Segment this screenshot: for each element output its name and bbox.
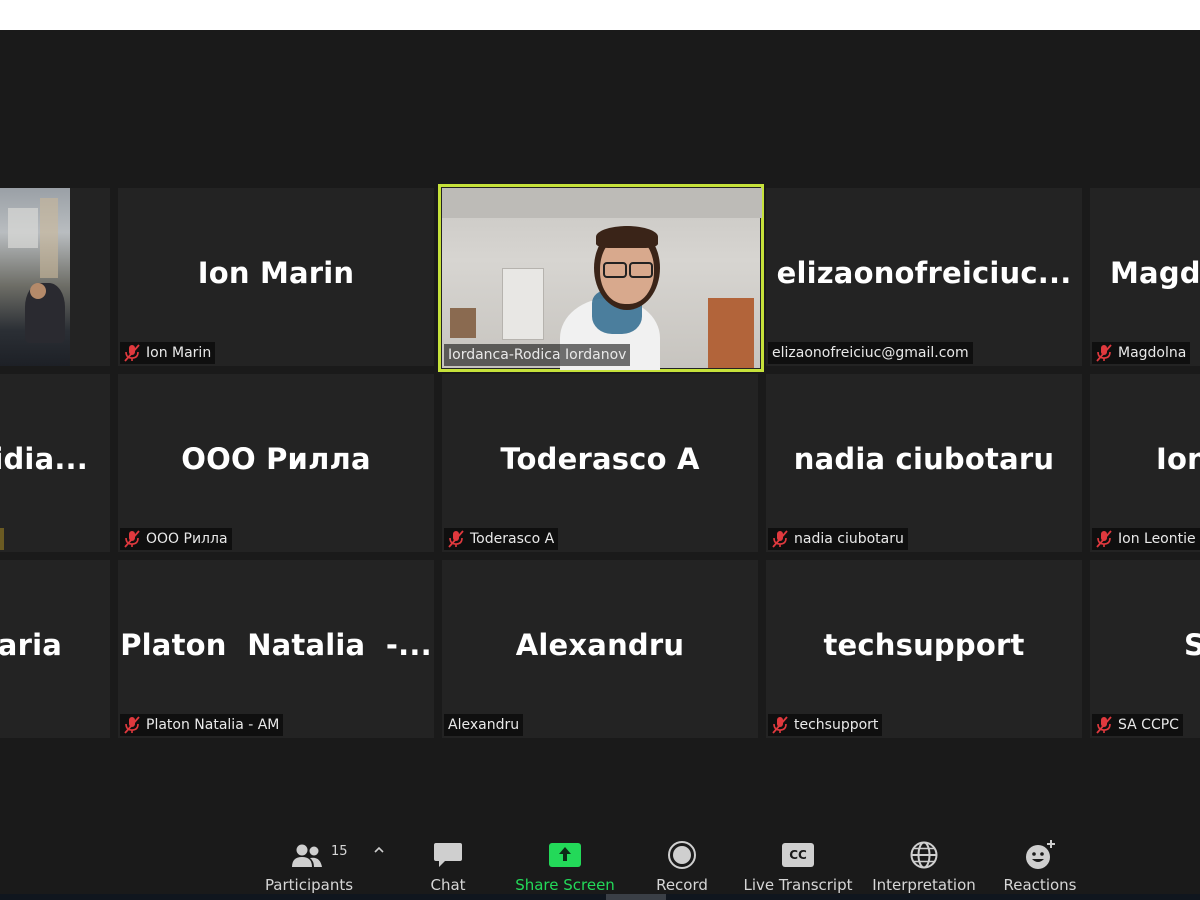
chat-label: Chat: [430, 876, 466, 894]
chat-button[interactable]: Chat: [420, 830, 476, 894]
muted-mic-icon: [1096, 530, 1112, 548]
participant-name-large: Platon Natalia -...: [120, 627, 432, 662]
participants-options-caret[interactable]: [370, 838, 388, 860]
muted-mic-icon: [772, 716, 788, 734]
participant-name-large: techsupport: [823, 627, 1025, 662]
record-icon: [668, 841, 696, 869]
muted-mic-icon: [772, 530, 788, 548]
live-transcript-button[interactable]: CC Live Transcript: [740, 830, 856, 894]
participant-label: elizaonofreiciuc@gmail.com: [768, 342, 973, 364]
participant-label-text: Iordanca-Rodica Iordanov: [448, 347, 627, 363]
participant-label-text: Ion Leontie: [1118, 531, 1196, 547]
video-tile-platon-natalia[interactable]: Platon Natalia -... Platon Natalia - AM: [118, 560, 434, 738]
globe-icon: [910, 841, 938, 869]
participant-label: Alexandru: [444, 714, 524, 736]
chat-icon: [434, 843, 462, 867]
video-tile-magdolna[interactable]: Magdo Magdolna: [1090, 188, 1200, 366]
share-screen-icon: [549, 843, 581, 867]
cc-text: CC: [789, 848, 807, 862]
muted-mic-icon: [1096, 344, 1112, 362]
interpretation-button[interactable]: Interpretation: [866, 830, 982, 894]
participant-label: Ion Leontie: [1092, 528, 1200, 550]
record-button[interactable]: Record: [650, 830, 714, 894]
muted-mic-icon: [448, 530, 464, 548]
participants-icon: [292, 844, 322, 867]
participants-count: 15: [331, 844, 348, 859]
speaker-video-feed: [442, 188, 762, 370]
reactions-label: Reactions: [1003, 876, 1077, 894]
participant-label: techsupport: [768, 714, 883, 736]
participant-label-text: elizaonofreiciuc@gmail.com: [772, 345, 969, 361]
participants-label: Participants: [264, 876, 354, 894]
participant-label: SA CCPC: [1092, 714, 1183, 736]
participant-name-large: Ion: [1156, 441, 1200, 476]
participant-label-text: Platon Natalia - AM: [146, 717, 280, 733]
bottom-strip-segment: [606, 894, 666, 900]
closed-captions-icon: CC: [782, 843, 814, 867]
participants-button[interactable]: 15 Participants: [262, 830, 356, 894]
chevron-up-icon: [374, 846, 384, 853]
participant-label: Magdolna: [1092, 342, 1191, 364]
participant-label-text: nadia ciubotaru: [794, 531, 904, 547]
video-tile-alexandru[interactable]: Alexandru Alexandru: [442, 560, 758, 738]
video-tile-toderasco[interactable]: Toderasco A Toderasco A: [442, 374, 758, 552]
participant-label-text: Magdolna: [1118, 345, 1187, 361]
video-tile-ion-leontie[interactable]: Ion Ion Leontie: [1090, 374, 1200, 552]
video-tile-maria[interactable]: Maria: [0, 560, 110, 738]
participant-name-large: Maria: [0, 627, 62, 662]
participant-label-text: SA CCPC: [1118, 717, 1179, 733]
reactions-button[interactable]: Reactions: [1000, 830, 1080, 894]
participant-label: Iordanca-Rodica Iordanov: [444, 344, 631, 366]
participant-name-large: Toderasco A: [500, 441, 700, 476]
video-tile-photo[interactable]: [0, 188, 110, 366]
live-transcript-label: Live Transcript: [743, 876, 853, 894]
participant-label: nadia ciubotaru: [768, 528, 908, 550]
participant-name-large: Lidia...: [0, 441, 88, 476]
window-bottom-strip: [0, 894, 1200, 900]
participant-label: Ion Marin: [120, 342, 216, 364]
muted-mic-icon: [124, 716, 140, 734]
participant-label: Toderasco A: [444, 528, 559, 550]
video-tile-ion-marin[interactable]: Ion Marin Ion Marin: [118, 188, 434, 366]
interpretation-label: Interpretation: [872, 876, 976, 894]
participant-name-large: Ion Marin: [197, 255, 355, 290]
muted-mic-icon: [1096, 716, 1112, 734]
participant-name-large: Magdo: [1110, 255, 1200, 290]
video-tile-ooo-rilla[interactable]: ООО Рилла ООО Рилла: [118, 374, 434, 552]
video-tile-lidia[interactable]: Lidia...: [0, 374, 110, 552]
participant-label-text: Toderasco A: [470, 531, 555, 547]
record-label: Record: [656, 876, 708, 894]
room-video-feed: [0, 188, 70, 366]
participant-name-large: elizaonofreiciuc...: [776, 255, 1072, 290]
participant-name-large: nadia ciubotaru: [793, 441, 1055, 476]
participant-label-text: Ion Marin: [146, 345, 212, 361]
participant-label: Platon Natalia - AM: [120, 714, 284, 736]
video-tile-nadia[interactable]: nadia ciubotaru nadia ciubotaru: [766, 374, 1082, 552]
participant-name-large: ООО Рилла: [181, 441, 371, 476]
emoji-add-icon: [1026, 840, 1055, 869]
participant-label-text: ООО Рилла: [146, 531, 228, 547]
participant-label-text: techsupport: [794, 717, 879, 733]
share-screen-button[interactable]: Share Screen: [512, 830, 618, 894]
video-tile-techsupport[interactable]: techsupport techsupport: [766, 560, 1082, 738]
participant-name-large: S: [1184, 627, 1200, 662]
video-tile-elizaonofreiciuc[interactable]: elizaonofreiciuc... elizaonofreiciuc@gma…: [766, 188, 1082, 366]
participant-label-text: Alexandru: [448, 717, 520, 733]
participant-label-edge: [0, 528, 4, 550]
share-screen-label: Share Screen: [515, 876, 615, 894]
video-tile-sa-ccpc[interactable]: S SA CCPC: [1090, 560, 1200, 738]
participant-name-large: Alexandru: [515, 627, 685, 662]
muted-mic-icon: [124, 344, 140, 362]
muted-mic-icon: [124, 530, 140, 548]
video-tile-active-speaker[interactable]: Iordanca-Rodica Iordanov: [438, 184, 764, 372]
meeting-window: Ion Marin Ion Marin Iordanca-Rodica Iord…: [0, 30, 1200, 900]
participant-label: ООО Рилла: [120, 528, 232, 550]
meeting-toolbar: 15 Participants Chat Share Screen Record…: [0, 830, 1200, 900]
